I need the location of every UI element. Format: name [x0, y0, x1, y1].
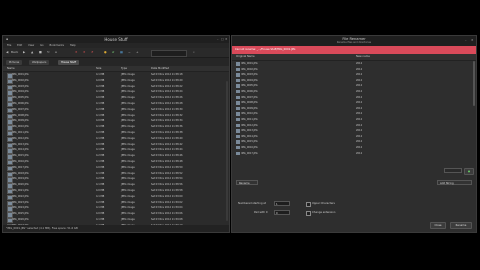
status-bar: "IMG_0001.JPG" selected (4.1 MB), Free s…	[3, 225, 229, 232]
text-mode-select[interactable]: Add String	[437, 180, 472, 185]
image-file-icon	[236, 95, 240, 100]
pad-label: Pad with 0	[254, 211, 268, 214]
uppercase-checkbox[interactable]	[306, 202, 311, 207]
list-item[interactable]: IMG_0017.JPG 2012	[232, 151, 476, 157]
image-file-icon	[236, 89, 240, 94]
add-button[interactable]: ●	[464, 168, 474, 175]
minimize-icon[interactable]: –	[217, 38, 220, 41]
image-file-icon	[236, 84, 240, 88]
image-file-icon	[236, 67, 240, 72]
file-manager-title: House Stuff	[104, 37, 128, 42]
column-name[interactable]: Name	[7, 66, 15, 71]
change-extension-checkbox[interactable]	[306, 211, 311, 216]
original-name: IMG_0017.JPG	[241, 151, 258, 155]
stop-icon[interactable]: ■	[39, 50, 42, 55]
menu-edit[interactable]: Edit	[17, 44, 22, 47]
uppercase-label: Upper Characters	[312, 202, 335, 205]
toolbar: ◀ Back ▶ ▲ ■ ↻ ⌂ ✕ ✕ ↺ ● ▰ ▦ − + ⌕	[3, 48, 229, 58]
home-icon[interactable]: ⌂	[55, 50, 57, 55]
start-spinner[interactable]: 1	[274, 201, 290, 206]
refresh-icon[interactable]: ↺	[91, 50, 94, 55]
menu-file[interactable]: File	[7, 44, 11, 47]
rename-list-header: Original Name New name	[232, 54, 476, 61]
menu-go[interactable]: Go	[40, 44, 44, 47]
reload-icon[interactable]: ↻	[47, 50, 50, 55]
image-file-icon	[236, 78, 240, 83]
forward-icon[interactable]: ▶	[23, 50, 25, 55]
image-file-icon	[236, 73, 240, 77]
column-size[interactable]: Size	[96, 66, 101, 71]
image-file-icon	[236, 62, 240, 66]
tab-house-stuff[interactable]: House Stuff	[58, 59, 80, 65]
image-file-icon	[236, 101, 240, 105]
start-label: Numbered starting at	[238, 202, 266, 205]
rename-list: IMG_0001.JPG 2012 IMG_0002.JPG 2012 IMG_0003…	[232, 61, 476, 156]
column-new-name[interactable]: New name	[356, 54, 370, 60]
maximize-icon[interactable]: □	[221, 38, 224, 41]
file-list: IMG_0001.JPG 4.1 MB JPEG image Sat 03 Nov 2…	[3, 72, 229, 230]
menu-view[interactable]: View	[28, 44, 34, 47]
column-date-modified[interactable]: Date Modified	[151, 66, 169, 71]
back-icon[interactable]: ◀	[6, 50, 8, 55]
file-renamer-window: File Renamer Rename files and directorie…	[231, 35, 477, 233]
renamer-titlebar: File Renamer Rename files and directorie…	[232, 36, 476, 46]
preview-select[interactable]	[444, 168, 462, 173]
image-file-icon	[236, 112, 240, 116]
change-extension-label: Change extension	[312, 211, 336, 214]
folder-icon[interactable]: ▰	[112, 50, 114, 55]
image-file-icon	[236, 151, 240, 155]
lightbulb-icon[interactable]: ●	[104, 50, 107, 55]
up-icon[interactable]: ▲	[31, 50, 33, 55]
menu-bookmarks[interactable]: Bookmarks	[49, 44, 64, 47]
zoom-in-icon[interactable]: +	[136, 50, 139, 55]
image-file-icon	[236, 117, 240, 122]
rename-mode-select[interactable]: Rename	[236, 180, 258, 185]
new-name: 2012	[356, 151, 363, 155]
image-file-icon	[236, 145, 240, 150]
error-banner: Cannot rename: _.../House Stuff/IMG_0001…	[232, 46, 476, 54]
rename-button[interactable]: Rename	[450, 222, 472, 229]
renamer-subtitle: Rename files and directories	[336, 41, 372, 44]
image-file-icon	[236, 129, 240, 133]
close-button[interactable]: Close	[430, 222, 446, 229]
zoom-select[interactable]	[151, 50, 187, 57]
search-icon[interactable]: ⌕	[193, 50, 195, 55]
column-type[interactable]: Type	[121, 66, 127, 71]
back-button-label[interactable]: Back	[11, 50, 18, 55]
view-icon[interactable]: ▦	[120, 50, 123, 55]
close-icon[interactable]: ✕	[225, 38, 228, 41]
zoom-out-icon[interactable]: −	[128, 50, 131, 55]
image-file-icon	[236, 140, 240, 144]
delete-icon[interactable]: ✕	[83, 50, 86, 55]
breadcrumb: Pictures Wallpapers House Stuff	[3, 58, 229, 66]
tab-wallpapers[interactable]: Wallpapers	[29, 59, 50, 65]
column-original-name[interactable]: Original Name	[236, 54, 255, 60]
minimize-icon[interactable]: –	[465, 39, 468, 42]
image-file-icon	[236, 123, 240, 128]
file-manager-window: ▪ House Stuff – □ ✕ File Edit View Go Bo…	[2, 35, 230, 233]
file-list-scrollbar[interactable]	[226, 81, 228, 221]
rename-list-scrollbar[interactable]	[473, 61, 475, 106]
close-icon[interactable]: ✕	[471, 39, 474, 42]
file-manager-titlebar: ▪ House Stuff – □ ✕	[3, 36, 229, 43]
menu-help[interactable]: Help	[70, 44, 76, 47]
image-file-icon	[236, 106, 240, 111]
pad-spinner[interactable]: 0	[274, 210, 290, 215]
image-file-icon	[236, 134, 240, 139]
close-tab-icon[interactable]: ✕	[75, 50, 78, 55]
tab-pictures[interactable]: Pictures	[6, 59, 23, 65]
